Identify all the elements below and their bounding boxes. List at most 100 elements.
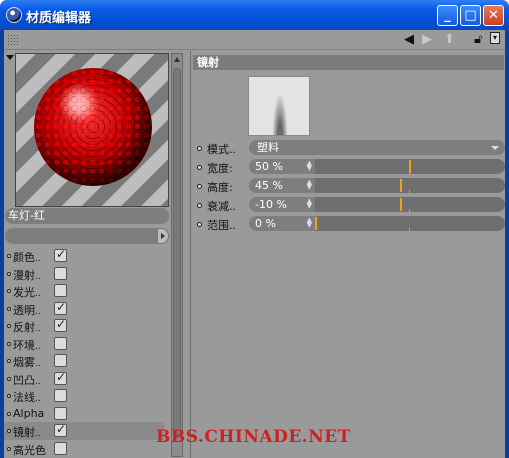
channel-checkbox[interactable] [54, 406, 67, 420]
channel-checkbox[interactable] [54, 247, 67, 262]
slider-marker[interactable] [400, 198, 402, 211]
channel-item[interactable]: 凹凸.. [4, 370, 164, 388]
slider-tick [409, 190, 410, 193]
channel-dot-icon [7, 359, 11, 363]
animate-dot-icon[interactable] [197, 146, 202, 151]
channel-item[interactable]: 漫射.. [4, 265, 164, 283]
slider-marker[interactable] [400, 179, 402, 192]
channel-dot-icon [7, 376, 11, 381]
channel-checkbox[interactable] [54, 422, 67, 437]
channel-checkbox[interactable] [54, 389, 67, 402]
width-row: 宽度: 50 % ▲ ▼ [195, 159, 505, 175]
width-input[interactable]: 50 % ▲ ▼ [249, 159, 315, 174]
vertical-scrollbar[interactable] [171, 53, 183, 457]
channel-checkbox[interactable] [54, 336, 67, 350]
channel-list: 颜色.. 漫射.. 发光.. 透明.. 反射.. 环境.. 烟雾.. 凹凸.. 法线.. Alph… [4, 247, 169, 457]
mode-select[interactable]: 塑料 [249, 140, 505, 155]
range-label: 范围.. [207, 219, 236, 232]
menu-icon[interactable]: ▾ [490, 32, 500, 44]
close-icon: ✕ [488, 8, 499, 23]
width-label: 宽度: [207, 162, 233, 175]
channel-checkbox[interactable] [54, 317, 67, 332]
slider-tick [409, 171, 410, 174]
arrow-up-icon[interactable]: ⬆ [444, 32, 455, 47]
channel-label: 漫射.. [13, 268, 41, 282]
channel-dot-icon [7, 271, 11, 276]
material-preview[interactable] [15, 53, 169, 207]
channel-dot-icon [7, 341, 11, 346]
material-name-field[interactable]: 车灯-红 [5, 208, 169, 224]
minimize-button[interactable]: _ [437, 5, 458, 26]
toolbar: ◀ ▶ ⬆ 🔓︎ ▾ [4, 30, 505, 50]
width-slider[interactable] [315, 159, 505, 174]
grip-icon[interactable] [7, 34, 19, 45]
channel-label: 发光.. [13, 286, 41, 299]
range-row: 范围.. 0 % ▲ ▼ [195, 216, 505, 232]
channel-label: 反射.. [13, 321, 41, 334]
section-title: 镜射 [193, 55, 504, 70]
channel-dot-icon [7, 429, 11, 433]
title-bar[interactable]: 材质编辑器 _ □ ✕ [0, 0, 509, 30]
channel-label: 法线.. [13, 391, 41, 404]
falloff-slider[interactable] [315, 197, 505, 212]
minimize-icon: _ [444, 8, 451, 23]
channel-checkbox[interactable] [54, 354, 67, 367]
scroll-up-icon[interactable] [174, 57, 180, 62]
channel-item[interactable]: 反射.. [4, 317, 164, 335]
channel-dot-icon [7, 254, 11, 258]
maximize-button[interactable]: □ [460, 5, 481, 26]
slider-marker[interactable] [315, 217, 317, 230]
spinner-icon: ▲ ▼ [306, 159, 312, 172]
channel-checkbox[interactable] [54, 300, 67, 315]
watermark: BBS.CHINADE.NET [156, 427, 351, 447]
window-title: 材质编辑器 [26, 11, 92, 26]
animate-dot-icon[interactable] [197, 203, 202, 208]
falloff-label: 衰减.. [207, 200, 236, 213]
channel-item[interactable]: 高光色 [4, 440, 164, 458]
height-slider[interactable] [315, 178, 505, 193]
specular-curve-preview [248, 76, 310, 136]
channel-item[interactable]: 镜射.. [4, 422, 164, 440]
channel-label: 颜色.. [13, 251, 41, 264]
arrow-right-icon[interactable]: ▶ [422, 32, 432, 47]
channel-item[interactable]: 透明.. [4, 300, 164, 318]
channel-dot-icon [7, 306, 11, 311]
mode-label: 模式.. [207, 143, 236, 156]
expand-arrow-icon[interactable] [157, 228, 169, 244]
channel-checkbox[interactable] [54, 284, 67, 297]
channel-dot-icon [7, 289, 11, 293]
channel-checkbox[interactable] [54, 441, 67, 455]
channel-label: 烟雾.. [13, 356, 41, 369]
channel-item[interactable]: Alpha [4, 405, 164, 423]
scroll-thumb[interactable] [173, 68, 181, 438]
channel-checkbox[interactable] [54, 266, 67, 280]
falloff-input[interactable]: -10 % ▲ ▼ [249, 197, 315, 212]
animate-dot-icon[interactable] [197, 165, 202, 170]
channel-label: 环境.. [13, 338, 41, 352]
channel-item[interactable]: 发光.. [4, 282, 164, 300]
close-button[interactable]: ✕ [483, 5, 504, 26]
spinner-icon: ▲ ▼ [306, 216, 312, 229]
arrow-left-icon[interactable]: ◀ [404, 32, 414, 47]
slider-tick [409, 209, 410, 212]
height-input[interactable]: 45 % ▲ ▼ [249, 178, 315, 193]
channel-item[interactable]: 法线.. [4, 387, 164, 405]
channel-checkbox[interactable] [54, 370, 67, 385]
channel-label: 凹凸.. [13, 373, 41, 387]
slider-tick [409, 228, 410, 231]
channel-item[interactable]: 环境.. [4, 335, 164, 353]
animate-dot-icon[interactable] [197, 222, 202, 227]
range-input[interactable]: 0 % ▲ ▼ [249, 216, 315, 231]
channel-label: 高光色 [13, 443, 46, 457]
mode-row: 模式.. 塑料 [195, 140, 505, 156]
channel-item[interactable]: 烟雾.. [4, 352, 164, 370]
maximize-icon: □ [464, 8, 477, 23]
channel-item[interactable]: 颜色.. [4, 247, 164, 265]
material-list-bar[interactable] [5, 228, 169, 244]
channel-dot-icon [7, 324, 11, 328]
lock-icon[interactable]: 🔓︎ [474, 32, 482, 47]
animate-dot-icon[interactable] [197, 184, 202, 189]
range-slider[interactable] [315, 216, 505, 231]
preview-menu-icon[interactable] [6, 55, 14, 60]
channel-label: 透明.. [13, 303, 41, 317]
